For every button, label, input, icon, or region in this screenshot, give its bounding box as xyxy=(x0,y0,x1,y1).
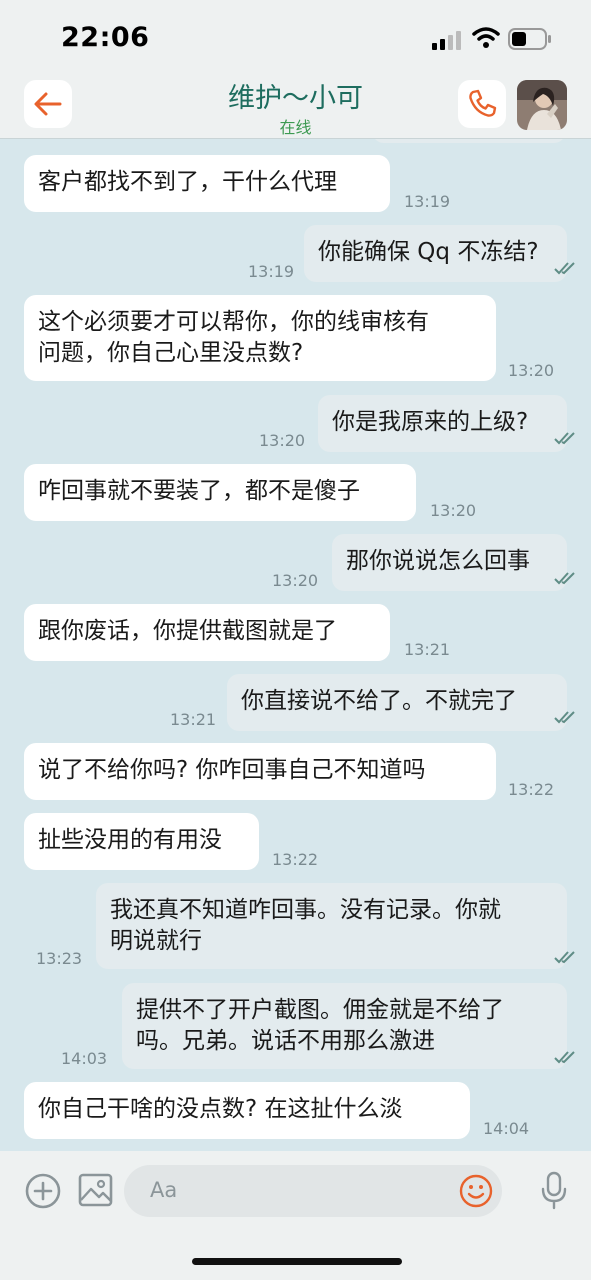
message-time: 13:20 xyxy=(259,431,306,450)
message-text: 说了不给你吗? 你咋回事自己不知道吗 xyxy=(38,757,426,783)
battery-icon xyxy=(508,28,551,50)
message-bubble-incoming: 你自己干啥的没点数? 在这扯什么淡 xyxy=(24,1082,470,1139)
plus-circle-icon[interactable] xyxy=(24,1172,62,1210)
message-text: 扯些没用的有用没 xyxy=(38,827,222,853)
message-time: 14:03 xyxy=(61,1049,108,1068)
message-text: 客户都找不到了，干什么代理 xyxy=(38,169,337,195)
message-text: 你是我原来的上级? xyxy=(332,409,529,435)
read-check-icon xyxy=(554,432,575,445)
status-bar: 22:06 xyxy=(0,0,591,76)
message-bubble-outgoing: 你能确保 Qq 不冻结? xyxy=(304,225,567,282)
message-bubble-incoming: 这个必须要才可以帮你，你的线审核有 问题，你自己心里没点数? xyxy=(24,295,496,381)
message-time: 13:20 xyxy=(508,361,555,380)
message-bubble-outgoing: 那你说说怎么回事 xyxy=(332,534,567,591)
read-check-icon xyxy=(554,262,575,275)
image-icon[interactable] xyxy=(78,1172,114,1208)
chat-header: 维护～小可 在线 xyxy=(0,76,591,139)
message-text: 你直接说不给了。不就完了 xyxy=(241,688,517,714)
phone-icon xyxy=(469,89,497,117)
message-time: 13:22 xyxy=(272,850,319,869)
wifi-icon xyxy=(472,27,500,48)
microphone-icon[interactable] xyxy=(540,1171,568,1211)
read-check-icon xyxy=(554,951,575,964)
message-bubble-incoming: 说了不给你吗? 你咋回事自己不知道吗 xyxy=(24,743,496,800)
message-list: 客户都找不到了，干什么代理 13:19 你能确保 Qq 不冻结? 13:19 这… xyxy=(0,139,591,1151)
message-bubble-outgoing: 我还真不知道咋回事。没有记录。你就 明说就行 xyxy=(96,883,567,969)
message-bubble-outgoing: 你是我原来的上级? xyxy=(318,395,567,452)
message-bubble-incoming: 客户都找不到了，干什么代理 xyxy=(24,155,390,212)
message-time: 13:19 xyxy=(248,262,295,281)
message-bubble-partial xyxy=(372,139,566,143)
message-bubble-incoming: 跟你废话，你提供截图就是了 xyxy=(24,604,390,661)
signal-icon xyxy=(432,31,461,50)
read-check-icon xyxy=(554,572,575,585)
message-input[interactable]: Aa xyxy=(124,1165,502,1217)
read-check-icon xyxy=(554,711,575,724)
message-text: 你能确保 Qq 不冻结? xyxy=(318,239,539,265)
message-text: 咋回事就不要装了，都不是傻子 xyxy=(38,478,360,504)
message-time: 13:23 xyxy=(36,949,83,968)
message-text: 你自己干啥的没点数? 在这扯什么淡 xyxy=(38,1096,403,1122)
message-line: 我还真不知道咋回事。没有记录。你就 xyxy=(110,897,501,923)
message-bubble-incoming: 咋回事就不要装了，都不是傻子 xyxy=(24,464,416,521)
message-time: 13:22 xyxy=(508,780,555,799)
message-time: 13:21 xyxy=(404,640,451,659)
message-line: 问题，你自己心里没点数? xyxy=(38,340,304,366)
message-text: 那你说说怎么回事 xyxy=(346,548,530,574)
message-bubble-incoming: 扯些没用的有用没 xyxy=(24,813,259,870)
message-time: 14:04 xyxy=(483,1119,530,1138)
call-button[interactable] xyxy=(458,80,506,128)
read-check-icon xyxy=(554,1051,575,1064)
message-time: 13:20 xyxy=(430,501,477,520)
message-line: 这个必须要才可以帮你，你的线审核有 xyxy=(38,309,429,335)
smile-icon[interactable] xyxy=(458,1173,494,1209)
message-input-placeholder: Aa xyxy=(150,1178,178,1202)
message-time: 13:19 xyxy=(404,192,451,211)
message-bubble-outgoing: 提供不了开户截图。佣金就是不给了 吗。兄弟。说话不用那么激进 xyxy=(122,983,567,1069)
status-time: 22:06 xyxy=(61,22,150,53)
message-line: 提供不了开户截图。佣金就是不给了 xyxy=(136,997,504,1023)
message-line: 吗。兄弟。说话不用那么激进 xyxy=(136,1028,435,1054)
message-time: 13:20 xyxy=(272,571,319,590)
contact-avatar[interactable] xyxy=(517,80,567,130)
message-time: 13:21 xyxy=(170,710,217,729)
message-bubble-outgoing: 你直接说不给了。不就完了 xyxy=(227,674,567,731)
home-indicator xyxy=(192,1258,402,1265)
message-text: 跟你废话，你提供截图就是了 xyxy=(38,618,337,644)
message-line: 明说就行 xyxy=(110,928,202,954)
